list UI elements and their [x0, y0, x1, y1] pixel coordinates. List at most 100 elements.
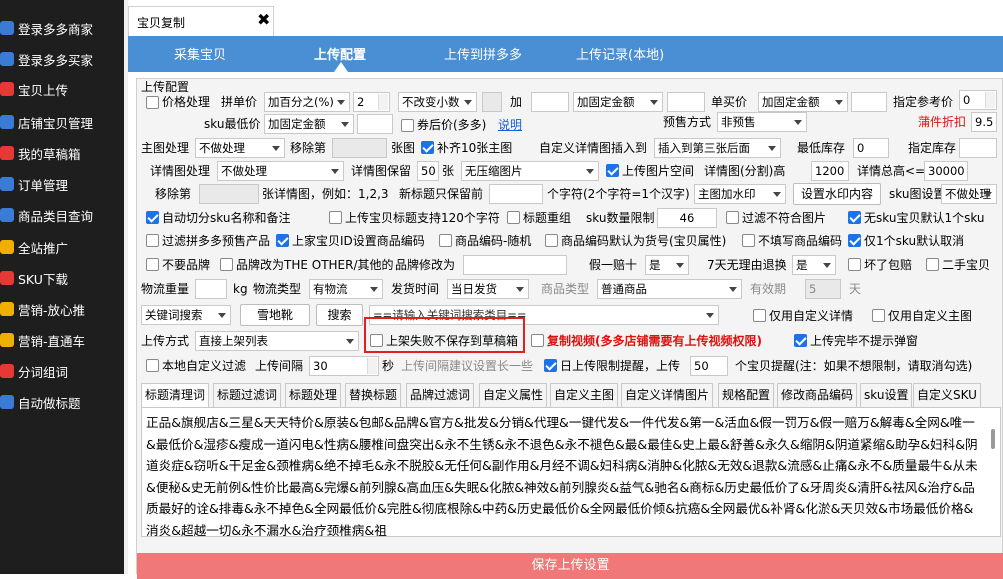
sku-limit-input[interactable]: 46 [657, 208, 717, 228]
sidebar-item-6[interactable]: 商品类目查询 [0, 200, 124, 230]
ship-time-select[interactable]: 当日发货 [447, 279, 529, 299]
subtab-spec-config[interactable]: 规格配置 [718, 383, 775, 407]
auto-cut-checkbox[interactable] [146, 211, 159, 224]
subtab-title-replace[interactable]: 替换标题 [345, 383, 402, 407]
fixed-stock-input[interactable] [959, 138, 997, 158]
after-coupon-checkbox[interactable] [401, 119, 414, 132]
add-method-select[interactable]: 加固定金额 [573, 92, 663, 112]
sku-img-select[interactable]: 不做处理 [941, 184, 997, 204]
subtab-brand-filter[interactable]: 品牌过滤词 [406, 383, 475, 407]
set-watermark-button[interactable]: 设置水印内容 [793, 183, 881, 205]
sidebar-item-0[interactable]: 登录多多商家 [0, 13, 124, 43]
min-stock-input[interactable]: 0 [853, 138, 889, 158]
upload-space-checkbox[interactable] [606, 164, 619, 177]
logistics-type-select[interactable]: 有物流 [309, 279, 383, 299]
split-height-input[interactable]: 1200 [811, 161, 849, 181]
add-amount-input[interactable] [667, 92, 705, 112]
no-popup-checkbox[interactable] [794, 334, 807, 347]
pin-value-input[interactable]: 2 [353, 92, 390, 112]
title-120-checkbox[interactable] [329, 211, 342, 224]
explain-link[interactable]: 说明 [498, 117, 522, 133]
upload-interval-input[interactable]: 30 [309, 356, 379, 376]
one-sku-default-checkbox[interactable] [848, 234, 861, 247]
pin-method-select[interactable]: 加百分之(%) [264, 92, 350, 112]
subtab-edit-code[interactable]: 修改商品编码 [777, 383, 858, 407]
local-shoes-button[interactable]: 雪地靴 [240, 304, 310, 326]
fake-penalty-select[interactable]: 是 [645, 255, 689, 275]
only-custom-detail-checkbox[interactable] [753, 309, 766, 322]
seven-day-select[interactable]: 是 [792, 255, 836, 275]
sidebar-item-3[interactable]: 店铺宝贝管理 [0, 107, 124, 137]
code-as-sku-checkbox[interactable] [545, 234, 558, 247]
sidebar-item-8[interactable]: SKU下载 [0, 263, 124, 293]
subtab-sku-settings[interactable]: sku设置 [860, 383, 913, 407]
subtab-custom-sku[interactable]: 自定义SKU [913, 383, 981, 407]
nav-upload-config[interactable]: 上传配置 [314, 44, 366, 63]
close-icon[interactable]: ✖ [257, 10, 270, 29]
sku-min-select[interactable]: 加固定金额 [264, 114, 354, 134]
no-sku-default-checkbox[interactable] [848, 211, 861, 224]
validity-input[interactable]: 5 [805, 279, 841, 299]
filter-presale-checkbox[interactable] [146, 234, 159, 247]
subtab-custom-detail[interactable]: 自定义详情图片 [621, 383, 714, 407]
presale-select[interactable]: 非预售 [717, 112, 807, 132]
watermark-select[interactable]: 主图加水印 [694, 184, 786, 204]
goods-type-select[interactable]: 普通商品 [597, 279, 742, 299]
nav-collect[interactable]: 采集宝贝 [174, 44, 226, 63]
sidebar-item-11[interactable]: 分词组词 [0, 356, 124, 386]
cleanup-words-textarea[interactable]: 正品&旗舰店&三星&天天特价&原装&包邮&品牌&官方&批发&分销&代理&一键代发… [141, 407, 1001, 537]
save-upload-settings-button[interactable]: 保存上传设置 [137, 553, 1003, 579]
subtab-title-process[interactable]: 标题处理 [285, 383, 342, 407]
local-filter-checkbox[interactable] [146, 359, 159, 372]
subtab-title-cleanup[interactable]: 标题清理词 [141, 383, 210, 408]
detail-keep-input[interactable]: 50 [417, 161, 439, 181]
single-amount-input[interactable] [851, 92, 887, 112]
sidebar-item-10[interactable]: 营销-直通车 [0, 325, 124, 355]
single-method-select[interactable]: 加固定金额 [758, 92, 848, 112]
total-height-input[interactable]: 30000 [924, 161, 968, 181]
remove-detail-input[interactable] [199, 184, 259, 204]
subtab-custom-main[interactable]: 自定义主图 [550, 383, 619, 407]
daily-limit-input[interactable]: 50 [690, 356, 728, 376]
fill10-checkbox[interactable] [421, 141, 434, 154]
sidebar-item-7[interactable]: 全站推广 [0, 232, 124, 262]
logistics-weight-input[interactable] [195, 279, 227, 299]
keyword-filter-select[interactable]: 关键词搜索 [141, 305, 231, 325]
insert-pos-select[interactable]: 插入到第三张后面 [654, 138, 781, 158]
sidebar-item-1[interactable]: 登录多多买家 [0, 44, 124, 74]
sidebar-item-2[interactable]: 宝贝上传 [0, 74, 124, 104]
discount-input[interactable]: 9.5 [971, 112, 997, 132]
ref-price-input[interactable]: 0 [959, 90, 997, 110]
main-proc-select[interactable]: 不做处理 [195, 138, 285, 158]
random-code-checkbox[interactable] [439, 234, 452, 247]
bad-refund-checkbox[interactable] [848, 258, 861, 271]
set-code-checkbox[interactable] [276, 234, 289, 247]
upload-method-select[interactable]: 直接上架列表 [195, 331, 359, 351]
brand-edit-input[interactable] [463, 255, 567, 275]
detail-proc-select[interactable]: 不做处理 [217, 161, 344, 181]
nav-upload-pdd[interactable]: 上传到拼多多 [444, 44, 522, 63]
textarea-scrollbar[interactable] [989, 409, 999, 535]
add-value-input[interactable] [531, 92, 569, 112]
price-proc-checkbox[interactable] [146, 96, 159, 109]
sku-min-input[interactable] [357, 114, 393, 134]
subtab-title-filter[interactable]: 标题过滤词 [213, 383, 282, 407]
sidebar-item-5[interactable]: 订单管理 [0, 169, 124, 199]
sidebar-item-9[interactable]: 营销-放心推 [0, 294, 124, 324]
scrollbar-thumb[interactable] [991, 429, 995, 449]
sidebar-item-4[interactable]: 我的草稿箱 [0, 138, 124, 168]
no-code-checkbox[interactable] [742, 234, 755, 247]
document-tab[interactable]: 宝贝复制 ✖ [128, 6, 274, 36]
only-custom-main-checkbox[interactable] [872, 309, 885, 322]
rounding-extra-input[interactable] [482, 92, 502, 112]
filter-img-checkbox[interactable] [726, 211, 739, 224]
new-title-keep-input[interactable] [489, 184, 543, 204]
copy-video-checkbox[interactable] [531, 334, 544, 347]
rounding-select[interactable]: 不改变小数 [398, 92, 477, 112]
daily-limit-checkbox[interactable] [544, 359, 557, 372]
no-draft-checkbox[interactable] [370, 334, 383, 347]
compress-select[interactable]: 无压缩图片 [461, 161, 599, 181]
search-button[interactable]: 搜索 [316, 304, 363, 326]
brand-other-checkbox[interactable] [220, 258, 233, 271]
sidebar-item-12[interactable]: 自动做标题 [0, 387, 124, 417]
